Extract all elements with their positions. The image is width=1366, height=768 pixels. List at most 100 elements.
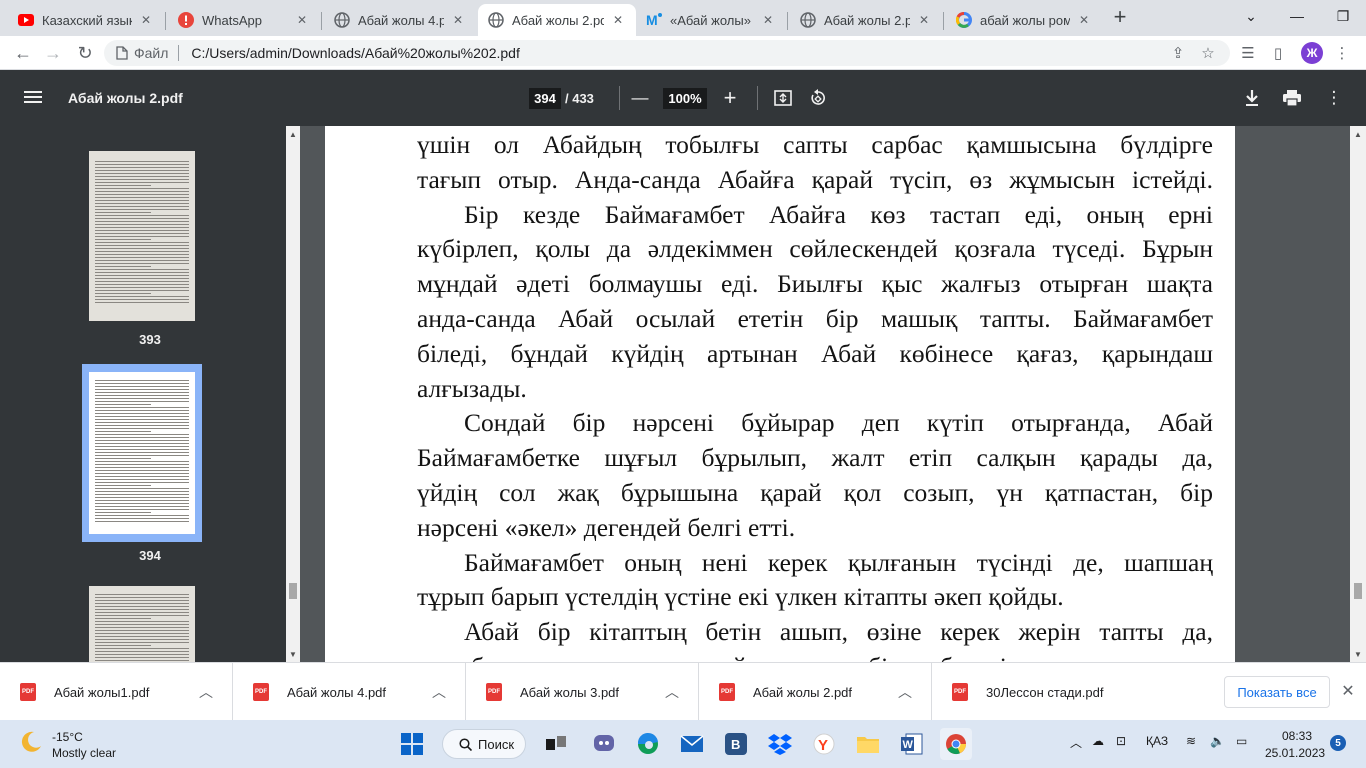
dropbox-icon[interactable]: [764, 728, 796, 760]
rotate-icon[interactable]: [806, 86, 830, 110]
teams-chat-icon[interactable]: [588, 728, 620, 760]
close-icon[interactable]: ✕: [1076, 12, 1092, 28]
forward-button[interactable]: →: [40, 40, 66, 66]
close-icon[interactable]: ✕: [450, 12, 466, 28]
main-scrollbar[interactable]: ▲ ▼: [1350, 126, 1366, 662]
thumbnail-line: [95, 449, 189, 450]
scroll-down-arrow-icon[interactable]: ▼: [1354, 650, 1362, 659]
main-scroll-thumb[interactable]: [1354, 583, 1362, 599]
download-item[interactable]: PDF Абай жолы 4.pdf ︿: [233, 663, 466, 721]
edge-icon[interactable]: [632, 728, 664, 760]
yandex-browser-icon[interactable]: Y: [808, 728, 840, 760]
bookmark-star-icon[interactable]: ☆: [1196, 41, 1220, 65]
thumbnail-line: [95, 404, 152, 405]
thumbnail-page-393[interactable]: [89, 151, 195, 321]
download-icon[interactable]: [1240, 86, 1264, 110]
thumbnail-line: [95, 392, 189, 393]
tab-whatsapp[interactable]: WhatsApp ✕: [168, 4, 320, 36]
thumbnail-text-lines: [95, 161, 189, 305]
thumbnail-line: [95, 410, 189, 411]
tab-pdf-2-dup[interactable]: Абай жолы 2.pdf ✕: [790, 4, 942, 36]
close-icon[interactable]: ✕: [294, 12, 310, 28]
task-view-icon[interactable]: [540, 728, 572, 760]
print-icon[interactable]: [1280, 86, 1304, 110]
wifi-icon[interactable]: ≋: [1186, 734, 1196, 748]
side-panel-icon[interactable]: ▯: [1266, 41, 1290, 65]
chrome-icon[interactable]: [940, 728, 972, 760]
chevron-up-icon[interactable]: ︿: [660, 682, 684, 702]
close-icon[interactable]: ✕: [1338, 682, 1358, 702]
mail-icon[interactable]: [676, 728, 708, 760]
hamburger-menu-icon[interactable]: [24, 88, 42, 108]
input-language[interactable]: ҚАЗ: [1146, 734, 1168, 748]
weather-moon-icon[interactable]: [18, 729, 44, 755]
chevron-up-icon[interactable]: ︿: [194, 682, 218, 702]
reading-list-icon[interactable]: ☰: [1236, 41, 1260, 65]
vk-icon[interactable]: B: [720, 728, 752, 760]
globe-icon: [334, 12, 350, 28]
tab-pdf-4[interactable]: Абай жолы 4.pdf ✕: [324, 4, 476, 36]
svg-text:W: W: [903, 739, 914, 751]
scroll-up-arrow-icon[interactable]: ▲: [1354, 130, 1362, 139]
thumbnail-line: [95, 425, 189, 426]
sidebar-scrollbar[interactable]: ▲ ▼: [286, 126, 300, 662]
thumbnail-line: [95, 470, 189, 471]
back-button[interactable]: ←: [10, 40, 36, 66]
fit-page-icon[interactable]: [771, 86, 795, 110]
window-tabs-menu-button[interactable]: ⌄: [1228, 0, 1274, 32]
tab-google-search[interactable]: абай жолы рома ✕: [946, 4, 1102, 36]
thumbnail-page-395[interactable]: [89, 586, 195, 662]
tray-overflow-chevron-icon[interactable]: ︿: [1070, 734, 1082, 751]
page-number-input[interactable]: 394: [529, 88, 561, 109]
restore-button[interactable]: ❐: [1320, 0, 1366, 32]
zoom-out-icon[interactable]: —: [628, 86, 652, 110]
minimize-button[interactable]: —: [1274, 0, 1320, 32]
network-icon[interactable]: ⊡: [1116, 734, 1126, 748]
close-icon[interactable]: ✕: [916, 12, 932, 28]
avatar[interactable]: Ж: [1301, 42, 1323, 64]
share-icon[interactable]: ⇪: [1166, 41, 1190, 65]
notification-badge[interactable]: 5: [1330, 735, 1346, 751]
more-options-icon[interactable]: ⋮: [1322, 86, 1346, 110]
chevron-up-icon[interactable]: ︿: [427, 682, 451, 702]
new-tab-button[interactable]: +: [1108, 6, 1132, 30]
onedrive-cloud-icon[interactable]: ☁: [1092, 734, 1104, 748]
kebab-menu-icon[interactable]: ⋮: [1330, 41, 1354, 65]
text-line: Баймағамбет оның нені керек қылғанын түс…: [464, 547, 1213, 577]
close-icon[interactable]: ✕: [760, 12, 776, 28]
tab-youtube[interactable]: Казахский язык и ✕: [8, 4, 164, 36]
zoom-input[interactable]: 100%: [663, 88, 707, 109]
taskbar-search[interactable]: Поиск: [442, 729, 526, 759]
sidebar-scroll-thumb[interactable]: [289, 583, 297, 599]
download-item[interactable]: PDF Абай жолы 2.pdf ︿: [699, 663, 932, 721]
windows-start-icon[interactable]: [396, 728, 428, 760]
show-all-downloads-button[interactable]: Показать все: [1224, 676, 1330, 708]
thumbnail-line: [95, 621, 189, 622]
thumbnail-line: [95, 488, 189, 489]
thumbnail-line: [95, 215, 189, 216]
clock-time[interactable]: 08:33: [1282, 729, 1312, 743]
download-item[interactable]: PDF 30Лессон стади.pdf: [932, 663, 1165, 721]
scroll-up-arrow-icon[interactable]: ▲: [289, 130, 297, 139]
clock-date[interactable]: 25.01.2023: [1265, 746, 1325, 760]
reload-button[interactable]: ↻: [72, 40, 98, 66]
chevron-up-icon[interactable]: ︿: [893, 682, 917, 702]
download-item[interactable]: PDF Абай жолы 3.pdf ︿: [466, 663, 699, 721]
tab-pdf-2-active[interactable]: Абай жолы 2.pdf ✕: [478, 4, 636, 36]
zoom-in-icon[interactable]: +: [718, 85, 742, 110]
file-icon: [116, 46, 128, 60]
address-bar[interactable]: Файл C:/Users/admin/Downloads/Абай%20жол…: [104, 40, 1230, 66]
thumbnail-line: [95, 401, 189, 402]
thumbnail-page-394[interactable]: [89, 372, 195, 534]
close-icon[interactable]: ✕: [138, 12, 154, 28]
thumbnail-line: [95, 440, 189, 441]
close-icon[interactable]: ✕: [610, 12, 626, 28]
volume-icon[interactable]: 🔈: [1210, 734, 1225, 748]
search-icon: [459, 737, 472, 751]
word-icon[interactable]: W: [896, 728, 928, 760]
file-explorer-icon[interactable]: [852, 728, 884, 760]
download-item[interactable]: PDF Абай жолы1.pdf ︿: [0, 663, 233, 721]
battery-icon[interactable]: ▭: [1236, 734, 1247, 748]
tab-mail-ru[interactable]: M «Абай жолы» ро ✕: [636, 4, 786, 36]
scroll-down-arrow-icon[interactable]: ▼: [289, 650, 297, 659]
